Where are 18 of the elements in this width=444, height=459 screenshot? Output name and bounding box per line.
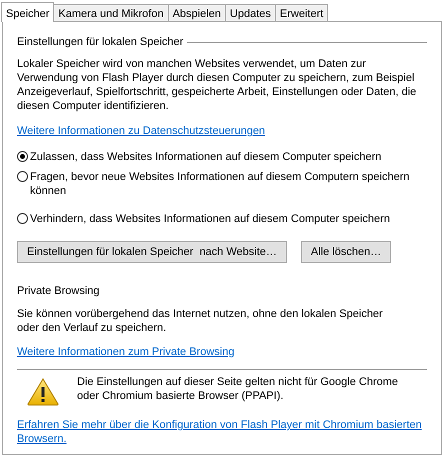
chromium-info-link[interactable]: Erfahren Sie mehr über die Konfiguration von Flash Player mit Chromium basierten Browsern. [17, 418, 429, 446]
radio-label[interactable]: Zulassen, dass Websites Informationen auf diesem Computer speichern [30, 150, 425, 164]
privacy-link[interactable]: Weitere Informationen zu Datenschutzsteuerungen [17, 124, 427, 138]
action-button[interactable]: Alle löschen… [300, 241, 392, 263]
action-button[interactable]: Einstellungen für lokalen Speicher nach Website… [17, 241, 287, 263]
tab[interactable]: Updates [224, 4, 276, 21]
notice-text: Die Einstellungen auf dieser Seite gelten nicht für Google Chrome oder Chromium basierte Browser (PPAPI). [77, 375, 400, 403]
radio-label[interactable]: Verhindern, dass Websites Informationen auf diesem Computer speichern [30, 212, 425, 226]
private-browsing-link[interactable]: Weitere Informationen zum Private Browsing [17, 345, 427, 359]
section-heading: Einstellungen für lokalen Speicher [17, 36, 184, 48]
description-text: Sie können vorübergehend das Internet nutzen, ohne den lokalen Speicher oder den Verlauf zu speichern. [17, 307, 384, 335]
radio-label[interactable]: Fragen, bevor neue Websites Informationen auf diesem Computern speichern können [30, 170, 425, 198]
tab[interactable]: Kamera und Mikrofon [53, 4, 169, 21]
tab[interactable]: Speicher [1, 2, 54, 22]
section-heading: Private Browsing [17, 284, 101, 298]
tab[interactable]: Erweitert [274, 4, 328, 21]
tab[interactable]: Abspielen [168, 4, 226, 21]
description-text: Lokaler Speicher wird von manchen Websites verwendet, um Daten zur Verwendung von Flash Player durch diesen Computer zu speichern, zum Beispiel Anzeigeverlauf, Spielfortschritt, gespeicherte Arbeit, Einstellungen oder Daten, die diesen Computer identifizieren. [17, 57, 418, 113]
